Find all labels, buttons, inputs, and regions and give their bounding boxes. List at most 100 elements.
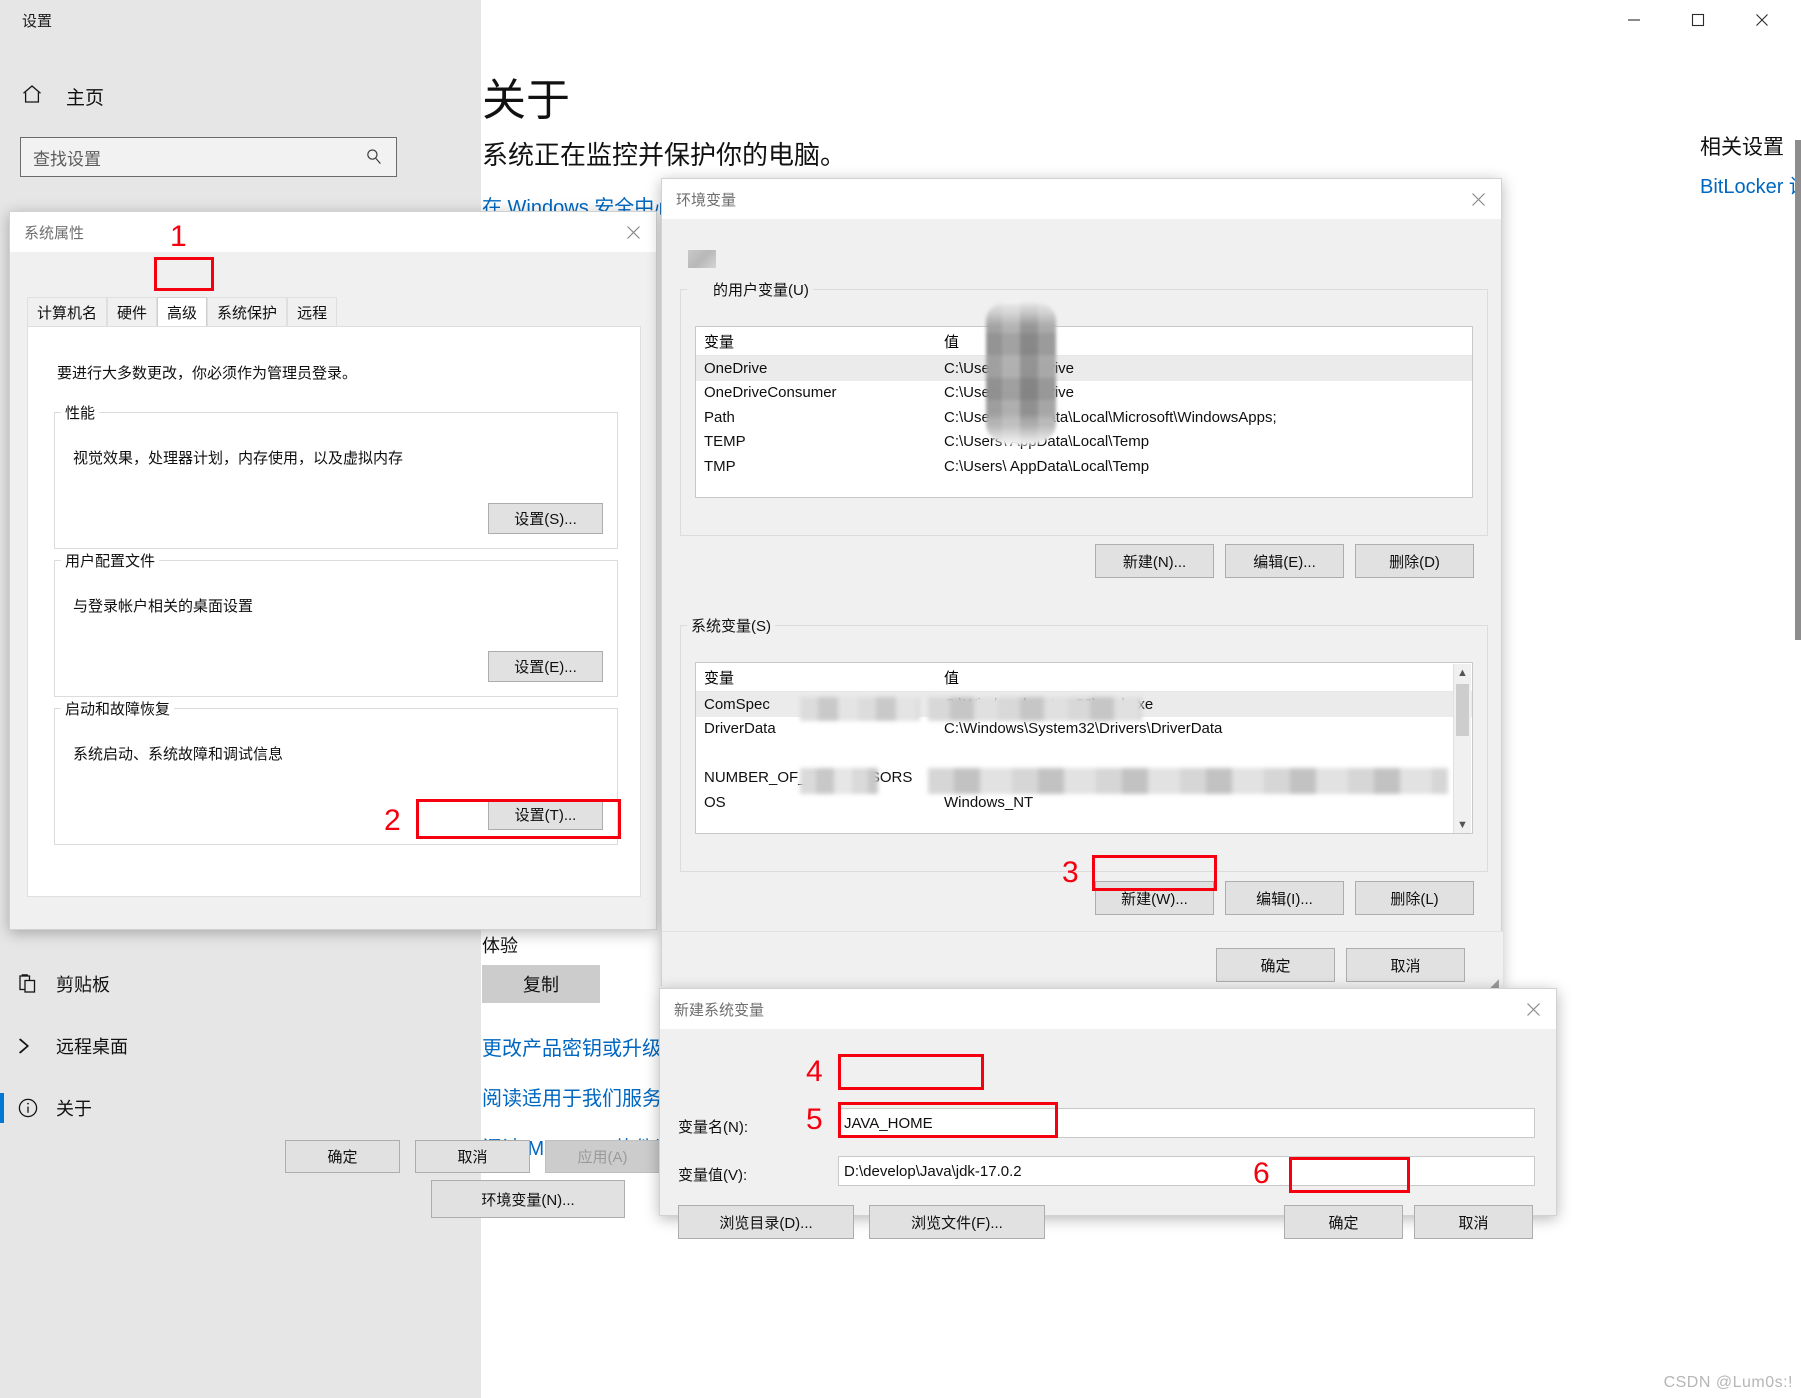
dialog-footer: 确定 取消 ◢ <box>662 931 1503 992</box>
variable-name: OS <box>704 793 726 811</box>
startup-recovery-settings-button[interactable]: 设置(T)... <box>488 799 603 830</box>
ok-button[interactable]: 确定 <box>1216 948 1335 982</box>
system-edit-button[interactable]: 编辑(I)... <box>1225 881 1344 915</box>
close-icon[interactable] <box>610 212 656 252</box>
environment-variables-dialog: 环境变量 的用户变量(U) 变量 值 OneDrive C:\Users\ On… <box>661 178 1503 992</box>
minimize-icon[interactable] <box>1603 0 1665 40</box>
dialog-title: 系统属性 <box>24 224 85 242</box>
variable-name: OneDrive <box>704 359 768 377</box>
user-variables-list[interactable]: 变量 值 OneDrive C:\Users\ OneDrive OneDriv… <box>695 326 1473 498</box>
system-variables-list[interactable]: 变量 值 ComSpec C:\Windows\system32\cmd.exe… <box>695 662 1473 834</box>
clipboard-icon <box>0 972 56 996</box>
new-variable-cancel-button[interactable]: 取消 <box>1414 1205 1533 1239</box>
browse-directory-button[interactable]: 浏览目录(D)... <box>678 1205 854 1239</box>
table-row[interactable]: NUMBER_OF_PROCESSORS 16 <box>696 766 1472 791</box>
tab-advanced[interactable]: 高级 <box>157 297 208 327</box>
variable-value: C:\Users\ AppData\Local\Microsoft\Window… <box>944 408 1277 426</box>
table-row[interactable]: TEMP C:\Users\ AppData\Local\Temp <box>696 430 1472 455</box>
close-icon[interactable] <box>1731 0 1793 40</box>
column-header-value[interactable]: 值 <box>940 667 1472 688</box>
column-header-name[interactable]: 变量 <box>696 331 940 352</box>
group-legend: 启动和故障恢复 <box>65 701 171 718</box>
tab-remote[interactable]: 远程 <box>287 297 338 327</box>
new-system-variable-dialog: 新建系统变量 变量名(N): JAVA_HOME 变量值(V): D:\deve… <box>659 988 1557 1239</box>
user-variables-group: 的用户变量(U) 变量 值 OneDrive C:\Users\ OneDriv… <box>680 279 1488 536</box>
scrollbar-thumb[interactable] <box>1456 684 1469 736</box>
performance-group: 性能 视觉效果，处理器计划，内存使用，以及虚拟内存 设置(S)... <box>54 402 618 549</box>
user-variables-legend: 的用户变量(U) <box>687 279 813 300</box>
tab-computer-name[interactable]: 计算机名 <box>27 297 108 327</box>
table-row-redacted[interactable] <box>696 741 1472 766</box>
about-experience-label: 体验 <box>482 936 518 956</box>
user-variables-legend-text: 的用户变量(U) <box>713 282 809 299</box>
variable-name-input[interactable]: JAVA_HOME <box>838 1108 1535 1138</box>
variable-value: Windows_NT <box>944 793 1034 811</box>
scroll-up-icon[interactable]: ▲ <box>1454 664 1471 682</box>
startup-recovery-group: 启动和故障恢复 系统启动、系统故障和调试信息 设置(T)... <box>54 698 618 845</box>
remote-desktop-icon <box>0 1033 56 1059</box>
variable-value-input[interactable]: D:\develop\Java\jdk-17.0.2 <box>838 1156 1535 1186</box>
scroll-down-icon[interactable]: ▼ <box>1454 816 1471 833</box>
search-placeholder: 查找设置 <box>33 149 101 169</box>
related-settings-title: 相关设置 <box>1700 136 1784 159</box>
variable-name: Path <box>704 408 735 426</box>
tab-system-protection[interactable]: 系统保护 <box>207 297 288 327</box>
group-description: 与登录帐户相关的桌面设置 <box>73 598 254 615</box>
link-bitlocker-settings[interactable]: BitLocker 设置 <box>1700 170 1801 199</box>
sidebar-item-label: 远程桌面 <box>56 1037 128 1057</box>
group-legend: 用户配置文件 <box>65 553 156 570</box>
performance-settings-button[interactable]: 设置(S)... <box>488 503 603 534</box>
close-icon[interactable] <box>1510 989 1556 1029</box>
cancel-button[interactable]: 取消 <box>415 1140 530 1173</box>
sidebar-item-about[interactable]: 关于 <box>0 1081 430 1135</box>
column-header-value[interactable]: 值 <box>940 331 1472 352</box>
ok-button[interactable]: 确定 <box>285 1140 400 1173</box>
table-row[interactable]: DriverData C:\Windows\System32\Drivers\D… <box>696 717 1472 742</box>
page-title: 关于 <box>482 76 570 125</box>
sidebar-item-label: 关于 <box>56 1099 92 1119</box>
sidebar-item-remote-desktop[interactable]: 远程桌面 <box>0 1019 430 1073</box>
user-edit-button[interactable]: 编辑(E)... <box>1225 544 1344 578</box>
user-profiles-settings-button[interactable]: 设置(E)... <box>488 651 603 682</box>
variable-name: NUMBER_OF_PROCESSORS <box>704 769 913 787</box>
copy-button[interactable]: 复制 <box>482 965 600 1003</box>
settings-scrollbar[interactable] <box>1795 140 1801 640</box>
table-row-redacted[interactable] <box>696 815 1472 834</box>
table-row[interactable]: OneDrive C:\Users\ OneDrive <box>696 356 1472 381</box>
new-variable-ok-button[interactable]: 确定 <box>1284 1205 1403 1239</box>
sidebar-item-clipboard[interactable]: 剪贴板 <box>0 957 430 1011</box>
system-new-button[interactable]: 新建(W)... <box>1095 881 1214 915</box>
column-header-name[interactable]: 变量 <box>696 667 940 688</box>
table-row[interactable]: OS Windows_NT <box>696 790 1472 815</box>
search-input[interactable]: 查找设置 <box>20 137 397 177</box>
close-icon[interactable] <box>1455 179 1501 219</box>
maximize-icon[interactable] <box>1667 0 1729 40</box>
user-new-button[interactable]: 新建(N)... <box>1095 544 1214 578</box>
table-row[interactable]: ComSpec C:\Windows\system32\cmd.exe <box>696 692 1472 717</box>
table-row[interactable]: TMP C:\Users\ AppData\Local\Temp <box>696 454 1472 479</box>
apply-button: 应用(A) <box>545 1140 660 1173</box>
cancel-button[interactable]: 取消 <box>1346 948 1465 982</box>
search-icon[interactable] <box>364 147 396 167</box>
variable-value: 16 <box>944 769 961 787</box>
table-row[interactable]: Path C:\Users\ AppData\Local\Microsoft\W… <box>696 405 1472 430</box>
system-delete-button[interactable]: 删除(L) <box>1355 881 1474 915</box>
info-circle-icon <box>0 1096 56 1120</box>
user-delete-button[interactable]: 删除(D) <box>1355 544 1474 578</box>
variable-value: C:\Users\ AppData\Local\Temp <box>944 433 1150 451</box>
admin-note: 要进行大多数更改，你必须作为管理员登录。 <box>57 365 358 382</box>
variable-value: C:\Users\ AppData\Local\Temp <box>944 457 1150 475</box>
group-description: 视觉效果，处理器计划，内存使用，以及虚拟内存 <box>73 450 404 467</box>
dialog-footer: 确定 取消 应用(A) <box>10 1140 660 1200</box>
table-row[interactable]: OneDriveConsumer C:\Users\ OneDrive <box>696 381 1472 406</box>
about-subtitle: 系统正在监控并保护你的电脑。 <box>482 140 847 170</box>
browse-file-button[interactable]: 浏览文件(F)... <box>869 1205 1045 1239</box>
sidebar-item-home[interactable]: 主页 <box>20 78 104 114</box>
system-variables-scrollbar[interactable]: ▲ ▼ <box>1453 664 1471 833</box>
user-profiles-group: 用户配置文件 与登录帐户相关的桌面设置 设置(E)... <box>54 550 618 697</box>
system-variables-buttons: 新建(W)... 编辑(I)... 删除(L) <box>662 881 1503 915</box>
tab-hardware[interactable]: 硬件 <box>107 297 158 327</box>
dialog-titlebar: 系统属性 <box>10 212 656 252</box>
sidebar-home-label: 主页 <box>66 87 105 109</box>
user-variables-buttons: 新建(N)... 编辑(E)... 删除(D) <box>662 544 1503 578</box>
